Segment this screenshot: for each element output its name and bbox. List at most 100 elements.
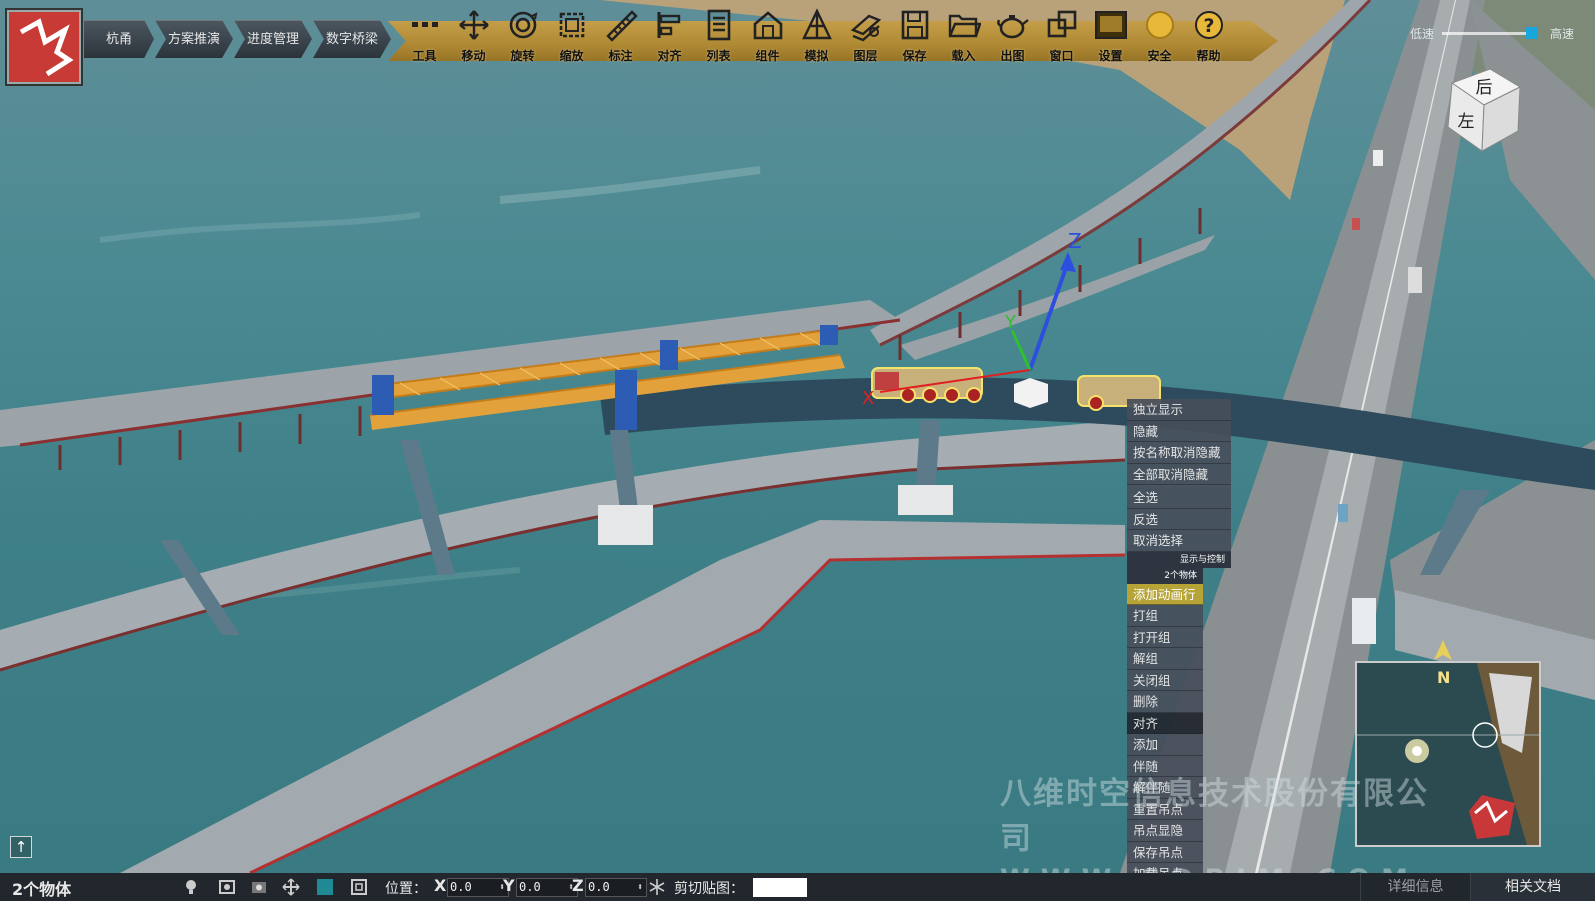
menu-item-select-0[interactable]: 全选 bbox=[1127, 487, 1231, 509]
menu-item-select-1[interactable]: 反选 bbox=[1127, 508, 1231, 530]
tool-label: 缩放 bbox=[559, 49, 584, 63]
tool-tools-button[interactable]: 工具 bbox=[400, 8, 449, 72]
position-z-input[interactable]: 0.0 bbox=[585, 878, 647, 897]
menu-item-object-7[interactable]: 添加 bbox=[1127, 734, 1203, 756]
tool-list-button[interactable]: 列表 bbox=[694, 8, 743, 72]
light-icon[interactable] bbox=[182, 878, 200, 896]
settings-icon bbox=[1094, 11, 1127, 39]
snowflake-icon[interactable] bbox=[648, 878, 666, 896]
save-icon bbox=[901, 10, 928, 40]
menu-item-object-0[interactable]: 添加动画行 bbox=[1127, 583, 1203, 605]
menu-item-display-0[interactable]: 独立显示 bbox=[1127, 399, 1231, 421]
tool-save-button[interactable]: 保存 bbox=[890, 8, 939, 72]
ruler-icon bbox=[605, 10, 638, 42]
minimap-north-label: N bbox=[1437, 668, 1451, 687]
tools-icon bbox=[411, 22, 438, 27]
related-docs-button[interactable]: 相关文档 bbox=[1470, 873, 1595, 901]
crumb-project[interactable]: 杭甬 bbox=[84, 20, 154, 58]
speed-handle[interactable] bbox=[1526, 27, 1538, 39]
camera-icon[interactable] bbox=[250, 878, 268, 896]
tool-window-button[interactable]: 窗口 bbox=[1037, 8, 1086, 72]
arrow-up-icon: ↑ bbox=[14, 838, 28, 856]
tool-label: 旋转 bbox=[510, 49, 535, 63]
clip-texture-swatch[interactable] bbox=[753, 878, 807, 897]
3d-viewport[interactable]: Z Y X 杭甬 方案推演 进度管理 数字桥梁 工具 移动 旋转 缩放 标注 对… bbox=[0, 0, 1595, 873]
tool-align-button[interactable]: 对齐 bbox=[645, 8, 694, 72]
tool-load-button[interactable]: 载入 bbox=[939, 8, 988, 72]
menu-item-object-5[interactable]: 删除 bbox=[1127, 691, 1203, 713]
position-label: 位置： bbox=[385, 881, 427, 897]
menu-item-select-2[interactable]: 取消选择 bbox=[1127, 530, 1231, 552]
component-icon bbox=[753, 11, 782, 40]
tool-rotate-button[interactable]: 旋转 bbox=[498, 8, 547, 72]
viewcube-top-face[interactable]: 后 bbox=[1476, 78, 1493, 98]
move-icon bbox=[458, 10, 489, 40]
position-y-input[interactable]: 0.0 bbox=[516, 878, 578, 897]
simulate-icon bbox=[801, 8, 832, 40]
pivot-marker bbox=[1014, 378, 1048, 408]
tool-component-button[interactable]: 组件 bbox=[743, 8, 792, 72]
crumb-digital-bridge[interactable]: 数字桥梁 bbox=[313, 20, 391, 58]
window-icon bbox=[1047, 10, 1076, 38]
app-logo[interactable] bbox=[7, 10, 81, 84]
menu-item-object-6[interactable]: 对齐 bbox=[1127, 712, 1203, 734]
menu-item-object-2[interactable]: 打开组 bbox=[1127, 626, 1203, 648]
tool-label: 载入 bbox=[951, 49, 976, 63]
menu-section-display: 显示与控制 bbox=[1127, 551, 1231, 568]
detail-info-button[interactable]: 详细信息 bbox=[1360, 873, 1470, 901]
tool-label: 图层 bbox=[853, 49, 878, 63]
color-swatch-icon[interactable] bbox=[316, 878, 334, 896]
toolbar-tools: 工具 移动 旋转 缩放 标注 对齐 列表 组件 模拟 图层 保存 载入 出图 窗… bbox=[400, 8, 1233, 72]
crumb-scheme[interactable]: 方案推演 bbox=[155, 20, 233, 58]
x-axis-label: X bbox=[434, 876, 447, 895]
layer-icon bbox=[850, 14, 881, 42]
help-icon: ? bbox=[1194, 11, 1223, 39]
speed-low-label: 低速 bbox=[1410, 27, 1435, 41]
tool-label: 窗口 bbox=[1049, 49, 1074, 63]
teapot-icon bbox=[996, 15, 1029, 39]
scroll-up-button[interactable]: ↑ bbox=[10, 836, 32, 858]
y-axis-label: Y bbox=[503, 876, 515, 895]
move-icon[interactable] bbox=[282, 878, 300, 896]
tool-scale-button[interactable]: 缩放 bbox=[547, 8, 596, 72]
clip-texture-label: 剪切贴图： bbox=[674, 881, 744, 897]
tool-label: 设置 bbox=[1098, 49, 1123, 63]
menu-item-display-2[interactable]: 按名称取消隐藏 bbox=[1127, 442, 1231, 464]
tool-move-button[interactable]: 移动 bbox=[449, 8, 498, 72]
status-bar: 2个物体 位置： X 0.0 Y 0.0 Z 0.0 剪切贴图： 详细信息 相关… bbox=[0, 873, 1595, 901]
menu-item-object-1[interactable]: 打组 bbox=[1127, 605, 1203, 627]
speed-slider[interactable]: 低速 高速 bbox=[1400, 22, 1590, 44]
tool-help-button[interactable]: ? 帮助 bbox=[1184, 8, 1233, 72]
tool-settings-button[interactable]: 设置 bbox=[1086, 8, 1135, 72]
menu-item-object-4[interactable]: 关闭组 bbox=[1127, 669, 1203, 691]
gizmo-x-label: X bbox=[862, 388, 874, 409]
list-icon bbox=[707, 9, 730, 41]
tool-simulate-button[interactable]: 模拟 bbox=[792, 8, 841, 72]
rotate-icon bbox=[509, 11, 537, 39]
tool-label: 安全 bbox=[1147, 49, 1172, 63]
gizmo-y-label: Y bbox=[1004, 312, 1017, 333]
menu-item-display-3[interactable]: 全部取消隐藏 bbox=[1127, 463, 1231, 485]
tool-label: 出图 bbox=[1000, 49, 1025, 63]
scale-icon bbox=[559, 12, 584, 38]
tool-safety-button[interactable]: 安全 bbox=[1135, 8, 1184, 72]
align-icon bbox=[657, 12, 680, 38]
tool-annotate-button[interactable]: 标注 bbox=[596, 8, 645, 72]
gizmo-z-label: Z bbox=[1068, 229, 1082, 253]
viewcube-left-face[interactable]: 左 bbox=[1458, 112, 1475, 132]
menu-item-display-1[interactable]: 隐藏 bbox=[1127, 420, 1231, 442]
speed-track[interactable] bbox=[1442, 32, 1532, 35]
menu-item-object-3[interactable]: 解组 bbox=[1127, 648, 1203, 670]
tool-render-button[interactable]: 出图 bbox=[988, 8, 1037, 72]
frame-icon[interactable] bbox=[350, 878, 368, 896]
tool-label: 移动 bbox=[461, 49, 486, 63]
snapshot-icon[interactable] bbox=[218, 878, 236, 896]
view-cube[interactable]: 后 左 bbox=[1440, 65, 1530, 155]
crumb-progress[interactable]: 进度管理 bbox=[234, 20, 312, 58]
z-axis-label: Z bbox=[572, 876, 584, 895]
position-x-input[interactable]: 0.0 bbox=[447, 878, 509, 897]
tool-layer-button[interactable]: 图层 bbox=[841, 8, 890, 72]
folder-open-icon bbox=[948, 14, 981, 38]
breadcrumb: 杭甬 方案推演 进度管理 数字桥梁 bbox=[84, 20, 392, 58]
watermark-site: WWW.8DBIM.COM bbox=[1000, 864, 1460, 873]
